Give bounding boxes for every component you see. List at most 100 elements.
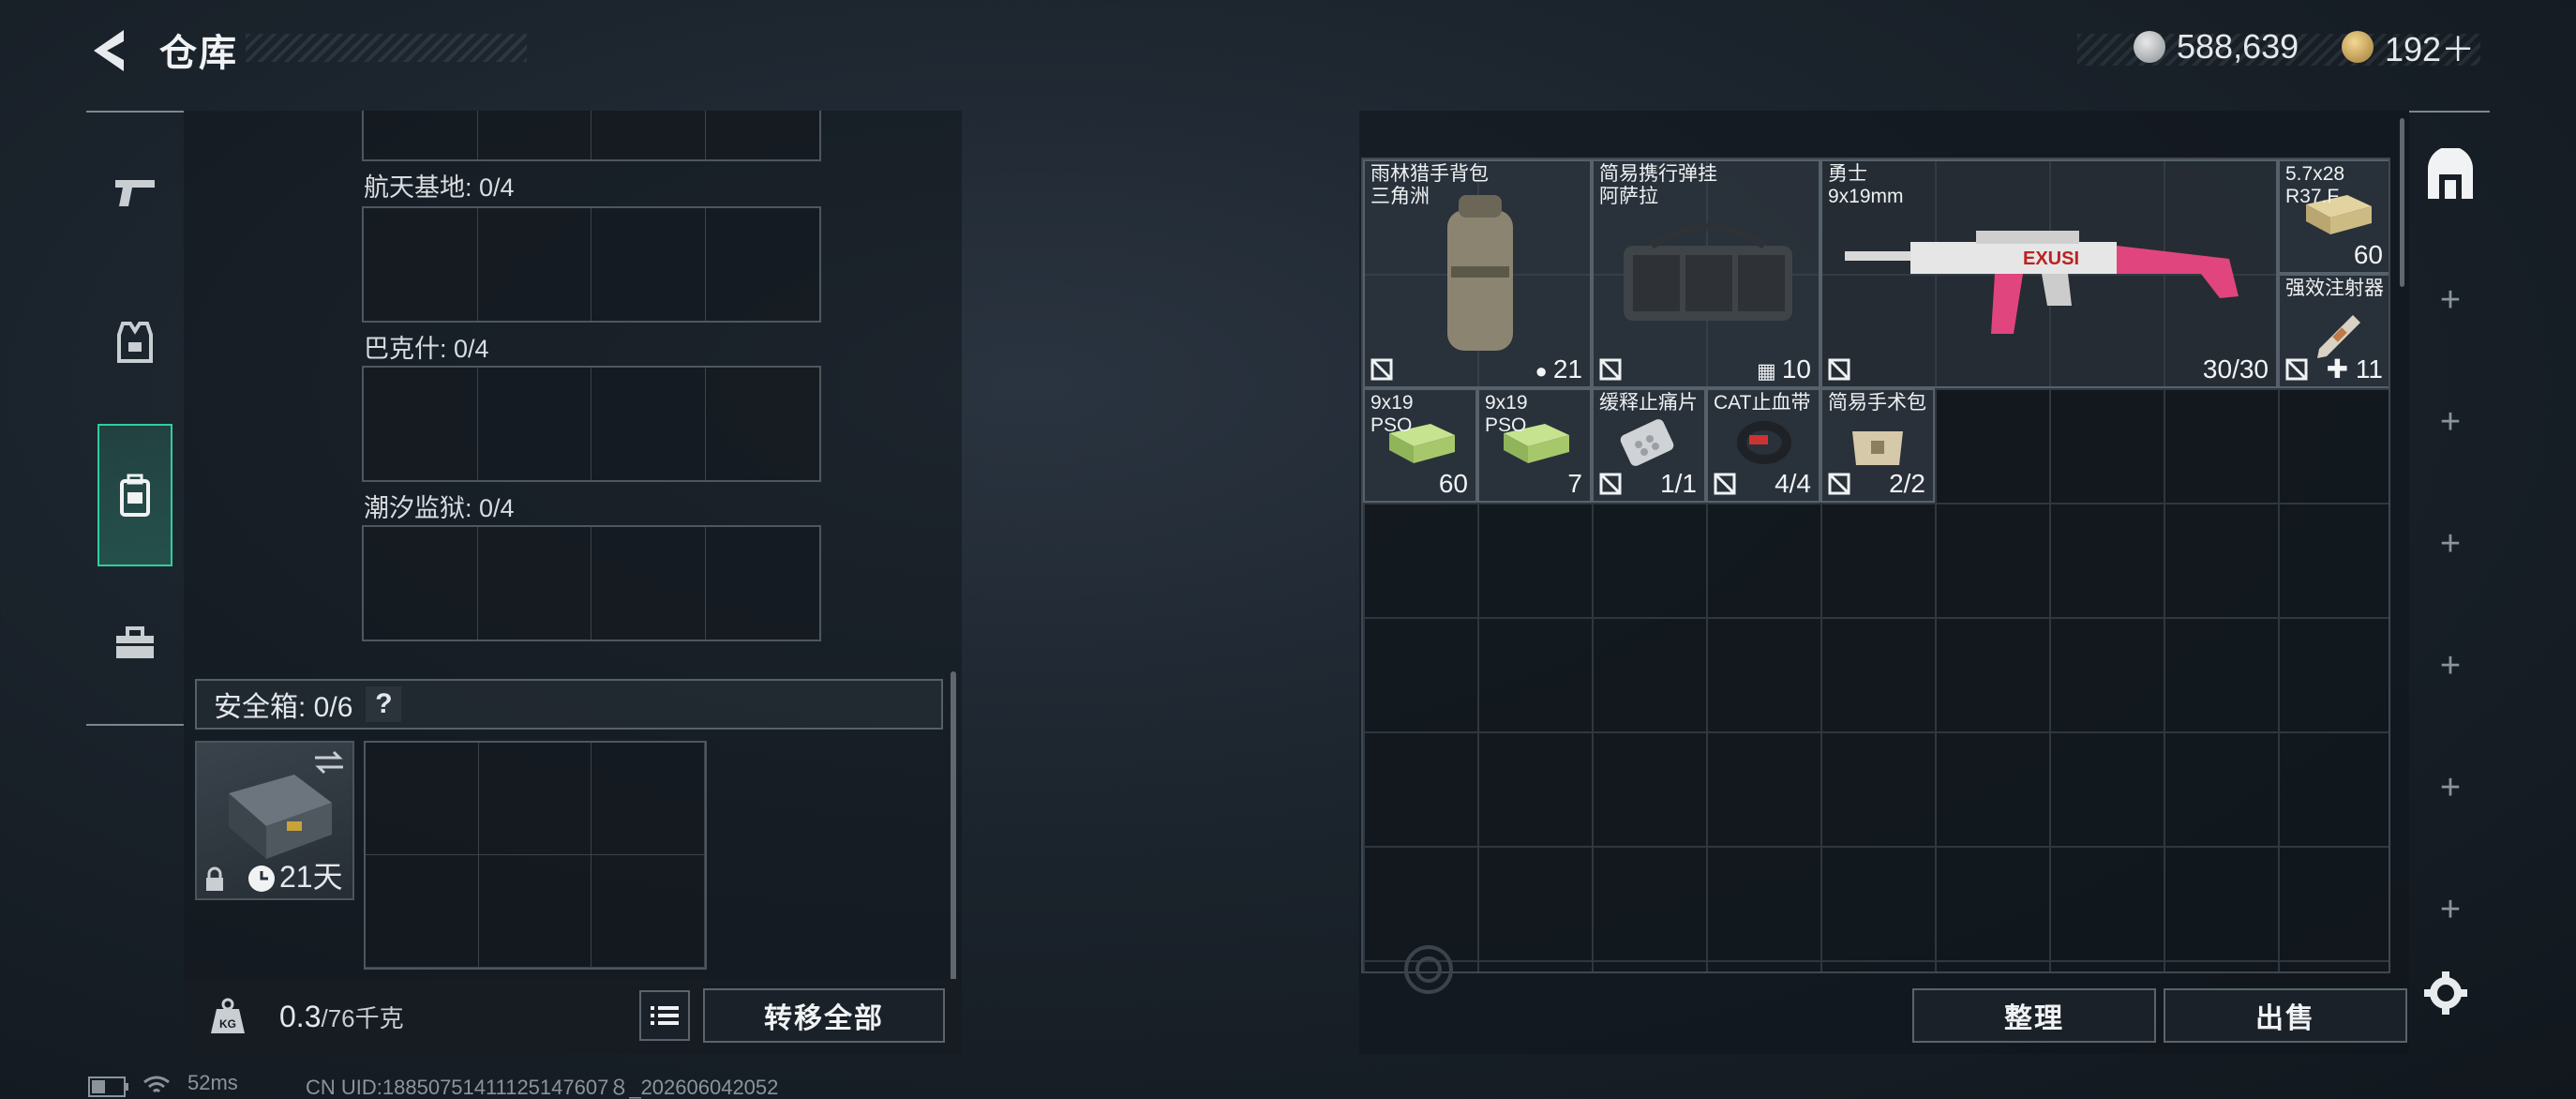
help-icon[interactable]: ? — [366, 686, 402, 722]
silver-coin-icon — [2134, 31, 2165, 63]
sidebar-item-vest[interactable] — [97, 296, 172, 390]
sidebar-item-backpack[interactable] — [97, 424, 172, 566]
weight-readout: 0.3/76千克 — [279, 1000, 404, 1034]
add-storage-icon[interactable]: + — [2434, 892, 2467, 927]
slot-grid-bakhsh[interactable] — [362, 366, 821, 482]
chest-rig-image-icon — [1624, 223, 1792, 321]
slot-grid-top — [362, 111, 821, 161]
svg-text:KG: KG — [219, 1017, 236, 1031]
ammo-count: 30/30 — [2202, 354, 2269, 384]
item-count: 60 — [1438, 469, 1468, 498]
tourniquet-icon — [1737, 421, 1791, 464]
section-label-tide-prison: 潮汐监狱: 0/4 — [364, 494, 515, 522]
inventory-item-ammo-57[interactable]: 5.7x28 R37.F 60 — [2278, 159, 2389, 274]
item-count: 4/4 — [1775, 469, 1811, 498]
inventory-item-injector[interactable]: 强效注射器 ✚ 11 — [2278, 274, 2389, 388]
item-count: ▦ 10 — [1756, 354, 1811, 384]
list-icon — [651, 1006, 679, 1025]
backpack-image-icon — [1447, 195, 1513, 351]
inventory-item-ammo-9mm[interactable]: 9x19 PSO 7 — [1477, 388, 1592, 503]
item-name: 5.7x28 R37.F — [2285, 163, 2345, 207]
safe-box-grid[interactable] — [364, 741, 707, 970]
wifi-icon — [143, 1076, 170, 1093]
swap-icon[interactable] — [313, 750, 345, 775]
gold-amount: 192＋ — [2385, 30, 2476, 68]
item-count: 60 — [2353, 240, 2383, 269]
no-insure-icon — [1828, 358, 1850, 381]
weight-value: 0.3 — [279, 1000, 322, 1033]
silver-amount: 588,639 — [2177, 27, 2299, 66]
slot-grid-tide-prison[interactable] — [362, 525, 821, 641]
item-count: ✚ 11 — [2326, 354, 2383, 384]
ping-text: 52ms — [187, 1071, 238, 1094]
settings-gear-icon[interactable] — [2424, 971, 2467, 1015]
no-insure-icon — [1599, 358, 1622, 381]
slot-grid-aerospace[interactable] — [362, 206, 821, 323]
sort-button[interactable]: 整理 — [1912, 988, 2156, 1043]
inventory-item-tourniquet[interactable]: CAT止血带 4/4 — [1706, 388, 1820, 503]
inventory-item-backpack[interactable]: 雨林猎手背包 三角洲 ● 21 — [1363, 159, 1592, 388]
page-title: 仓库 — [159, 33, 238, 74]
warehouse-icon[interactable] — [2422, 148, 2479, 204]
inventory-item-chest-rig[interactable]: 简易携行弹挂 阿萨拉 ▦ 10 — [1592, 159, 1820, 388]
item-name: 简易携行弹挂 阿萨拉 — [1599, 163, 1717, 207]
add-storage-icon[interactable]: + — [2434, 770, 2467, 805]
no-insure-icon — [1370, 358, 1393, 381]
left-scrollbar[interactable] — [951, 671, 956, 981]
safe-box-item[interactable]: 21天 — [195, 741, 354, 900]
safe-box-header: 安全箱: 0/6 ? — [195, 679, 943, 730]
safe-duration: 21天 — [279, 860, 343, 894]
left-bottom-bar: KG 0.3/76千克 转移全部 — [184, 979, 962, 1054]
item-name: 强效注射器 — [2285, 278, 2384, 299]
backpack-icon — [120, 474, 150, 517]
no-insure-icon — [1714, 473, 1736, 495]
add-storage-icon[interactable]: + — [2434, 404, 2467, 440]
rifle-image-icon: EXUSI — [1845, 231, 2239, 334]
pill-pack-icon — [1620, 419, 1674, 466]
weight-capacity: /76千克 — [321, 1004, 404, 1032]
add-storage-icon[interactable]: + — [2434, 648, 2467, 684]
transfer-all-button[interactable]: 转移全部 — [703, 988, 945, 1043]
item-count: 2/2 — [1889, 469, 1925, 498]
pistol-icon — [115, 180, 155, 206]
weight-icon: KG — [204, 992, 251, 1041]
clock-icon — [248, 866, 275, 892]
inventory-grid[interactable]: 雨林猎手背包 三角洲 ● 21 简易携行弹挂 阿萨拉 ▦ 10 勇士 9x19m… — [1361, 158, 2390, 973]
joystick-icon — [1404, 945, 1453, 994]
item-count: 7 — [1567, 469, 1582, 498]
add-storage-icon[interactable]: + — [2434, 526, 2467, 562]
vest-icon — [117, 322, 153, 363]
uid-text: CN UID:18850751411125147607８_20260604205… — [306, 1076, 779, 1099]
gold-currency[interactable]: 192＋ — [2342, 26, 2475, 68]
silver-currency: 588,639 — [2134, 26, 2299, 68]
toolbox-icon — [116, 626, 154, 658]
inventory-item-ammo-9mm[interactable]: 9x19 PSO 60 — [1363, 388, 1477, 503]
lock-icon — [206, 866, 223, 891]
item-name: 9x19 PSO — [1370, 392, 1414, 436]
sell-button[interactable]: 出售 — [2164, 988, 2407, 1043]
svg-text:EXUSI: EXUSI — [2023, 248, 2079, 269]
battery-icon — [88, 1076, 128, 1097]
section-label-bakhsh: 巴克什: 0/4 — [364, 335, 489, 363]
category-sidebar — [86, 111, 184, 726]
list-view-button[interactable] — [639, 990, 690, 1041]
add-storage-icon[interactable]: + — [2434, 282, 2467, 318]
inventory-item-rifle[interactable]: 勇士 9x19mm EXUSI 30/30 — [1820, 159, 2278, 388]
item-count: ● 21 — [1535, 354, 1582, 384]
back-arrow-icon[interactable] — [86, 26, 131, 75]
surgery-kit-icon — [1852, 431, 1903, 465]
title-decoration — [246, 34, 527, 62]
gold-coin-icon — [2342, 31, 2374, 63]
inventory-item-painkiller[interactable]: 缓释止痛片 1/1 — [1592, 388, 1706, 503]
item-name: 9x19 PSO — [1485, 392, 1528, 436]
no-insure-icon — [2285, 358, 2308, 381]
inventory-scrollbar[interactable] — [2400, 118, 2404, 287]
inventory-item-surgery-kit[interactable]: 简易手术包 2/2 — [1820, 388, 1935, 503]
sidebar-item-weapons[interactable] — [97, 146, 172, 240]
item-name: 简易手术包 — [1828, 392, 1926, 414]
safe-box-label: 安全箱: 0/6 — [214, 692, 353, 723]
sidebar-item-toolbox[interactable] — [97, 596, 172, 690]
item-name: CAT止血带 — [1714, 392, 1811, 414]
item-count: 1/1 — [1660, 469, 1697, 498]
storage-tabs: + + + + + + — [2409, 111, 2490, 1024]
